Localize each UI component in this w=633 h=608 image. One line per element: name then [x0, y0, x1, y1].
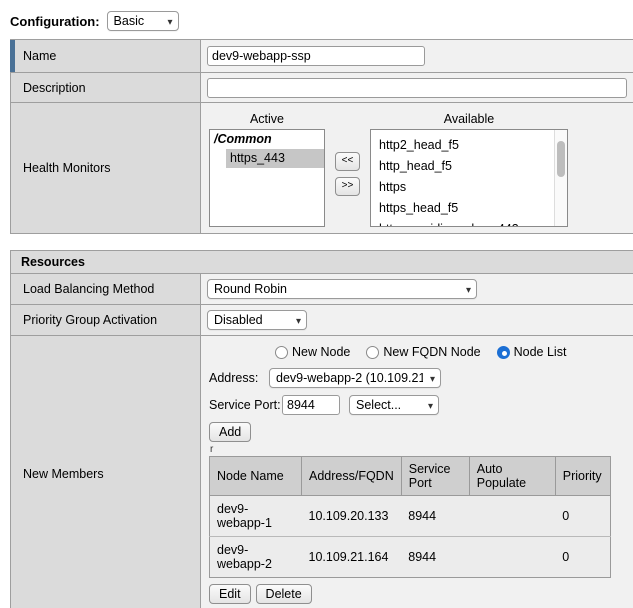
general-properties-table: Name Description Health Monitors Active … [10, 39, 633, 234]
address-label: Address: [209, 371, 269, 385]
radio-new-node-label: New Node [292, 345, 350, 359]
member-cell [469, 537, 555, 578]
name-row: Name [11, 40, 633, 73]
available-monitor-item[interactable]: http_head_f5 [371, 156, 567, 177]
load-balancing-row: Load Balancing Method Round Robin [11, 274, 633, 305]
delete-button[interactable]: Delete [256, 584, 312, 604]
active-monitors-listbox[interactable]: /Commonhttps_443 [209, 129, 325, 227]
member-row[interactable]: dev9-webapp-210.109.21.1648944 0 [210, 537, 611, 578]
members-header-priority: Priority [555, 457, 610, 496]
service-port-input[interactable] [282, 395, 340, 415]
load-balancing-select[interactable]: Round Robin [207, 279, 477, 299]
members-table: Node Name Address/FQDN Service Port Auto… [209, 456, 611, 578]
member-cell: 10.109.21.164 [302, 537, 402, 578]
radio-indicator [497, 346, 510, 359]
load-balancing-select-value: Round Robin [214, 282, 287, 296]
priority-group-select[interactable]: Disabled [207, 310, 307, 330]
members-header-node-name: Node Name [210, 457, 302, 496]
member-cell: 8944 [401, 537, 469, 578]
radio-node-list[interactable]: Node List [497, 345, 567, 359]
name-input[interactable] [207, 46, 425, 66]
member-cell: dev9-webapp-1 [210, 496, 302, 537]
priority-group-row: Priority Group Activation Disabled [11, 305, 633, 336]
add-button[interactable]: Add [209, 422, 251, 442]
address-select[interactable]: dev9-webapp-2 (10.109.21.164) [269, 368, 441, 388]
radio-new-node[interactable]: New Node [275, 345, 350, 359]
active-monitor-item[interactable]: /Common [210, 130, 324, 149]
available-monitors-listbox[interactable]: http2_head_f5http_head_f5httpshttps_head… [370, 129, 568, 227]
member-cell [469, 496, 555, 537]
members-table-body: dev9-webapp-110.109.20.13389440dev9-weba… [210, 496, 611, 578]
description-input[interactable] [207, 78, 627, 98]
stray-text: r [210, 444, 627, 455]
member-cell: dev9-webapp-2 [210, 537, 302, 578]
description-row: Description [11, 73, 633, 103]
member-type-radio-group: New Node New FQDN Node Node List [275, 345, 627, 359]
move-to-available-button[interactable]: >> [335, 177, 360, 196]
new-members-row: New Members New Node New FQDN Node Node … [11, 336, 633, 608]
radio-new-fqdn-node[interactable]: New FQDN Node [366, 345, 480, 359]
member-cell: 8944 [401, 496, 469, 537]
members-table-header-row: Node Name Address/FQDN Service Port Auto… [210, 457, 611, 496]
port-preset-select[interactable]: Select... [349, 395, 439, 415]
new-members-label: New Members [11, 336, 201, 608]
active-monitor-item[interactable]: https_443 [226, 149, 324, 168]
members-header-address: Address/FQDN [302, 457, 402, 496]
resources-section-header: Resources [11, 251, 633, 274]
priority-group-select-value: Disabled [214, 313, 263, 327]
description-label: Description [11, 73, 201, 102]
move-to-active-button[interactable]: << [335, 152, 360, 171]
active-list-label: Active [209, 112, 325, 126]
scrollbar-thumb[interactable] [557, 141, 565, 177]
name-label: Name [11, 40, 201, 72]
available-monitor-item[interactable]: http2_head_f5 [371, 135, 567, 156]
configuration-row: Configuration: Basic [0, 0, 633, 39]
configuration-select[interactable]: Basic [107, 11, 179, 31]
member-cell: 0 [555, 537, 610, 578]
chevron-down-icon [423, 371, 435, 385]
member-cell: 0 [555, 496, 610, 537]
chevron-down-icon [421, 398, 433, 412]
load-balancing-label: Load Balancing Method [11, 274, 201, 304]
member-row[interactable]: dev9-webapp-110.109.20.1338944 0 [210, 496, 611, 537]
chevron-down-icon [161, 14, 173, 28]
chevron-down-icon [289, 313, 301, 327]
service-port-label: Service Port: [209, 398, 282, 412]
available-list-label: Available [370, 112, 568, 126]
available-monitors-list: http2_head_f5http_head_f5httpshttps_head… [371, 130, 567, 227]
available-monitor-item[interactable]: https_veridium_dmz_443 [371, 219, 567, 227]
health-monitors-label: Health Monitors [11, 103, 201, 233]
resources-section: Resources Load Balancing Method Round Ro… [10, 250, 633, 608]
available-list-scrollbar[interactable] [554, 130, 567, 226]
members-header-auto-populate: Auto Populate [469, 457, 555, 496]
configuration-select-value: Basic [114, 14, 145, 28]
health-monitors-row: Health Monitors Active /Commonhttps_443 … [11, 103, 633, 233]
configuration-label: Configuration: [10, 14, 100, 29]
address-select-value: dev9-webapp-2 (10.109.21.164) [276, 371, 423, 385]
chevron-down-icon [459, 282, 471, 296]
radio-node-list-label: Node List [514, 345, 567, 359]
radio-new-fqdn-node-label: New FQDN Node [383, 345, 480, 359]
available-monitor-item[interactable]: https [371, 177, 567, 198]
priority-group-label: Priority Group Activation [11, 305, 201, 335]
pool-configuration-page: Configuration: Basic Name Description He… [0, 0, 633, 608]
available-monitor-item[interactable]: https_head_f5 [371, 198, 567, 219]
member-cell: 10.109.20.133 [302, 496, 402, 537]
members-header-service-port: Service Port [401, 457, 469, 496]
port-preset-select-value: Select... [356, 398, 401, 412]
radio-indicator [366, 346, 379, 359]
edit-button[interactable]: Edit [209, 584, 251, 604]
radio-indicator [275, 346, 288, 359]
